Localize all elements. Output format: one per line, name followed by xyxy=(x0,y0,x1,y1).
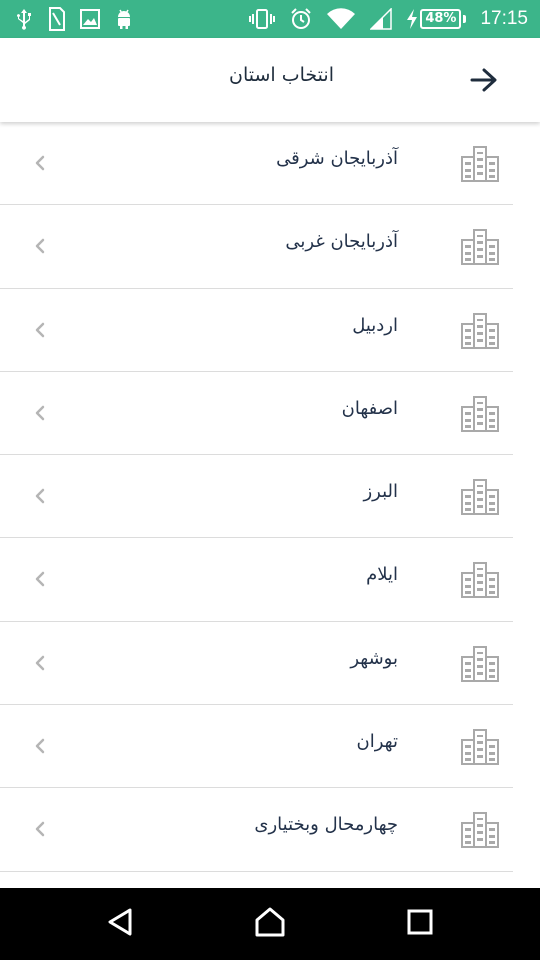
vibrate-icon xyxy=(248,8,276,30)
buildings-icon xyxy=(460,727,500,766)
usb-icon xyxy=(14,8,34,30)
status-bar: 48% 17:15 xyxy=(0,0,540,38)
image-icon xyxy=(80,9,100,29)
province-list: آذربایجان شرقی آذربایجان غربی اردبیل اصفهان… xyxy=(0,122,540,888)
navigation-bar xyxy=(0,888,540,960)
nav-back-button[interactable] xyxy=(100,906,140,942)
province-label: اردبیل xyxy=(352,314,398,336)
province-row[interactable]: اصفهان xyxy=(0,372,540,456)
buildings-icon xyxy=(460,560,500,599)
province-label: آذربایجان غربی xyxy=(285,231,398,253)
nav-home-button[interactable] xyxy=(250,906,290,942)
status-left-icons xyxy=(14,7,134,31)
province-label: البرز xyxy=(363,481,398,503)
battery-tip xyxy=(463,15,467,23)
buildings-icon xyxy=(460,394,500,432)
back-button[interactable] xyxy=(462,62,506,102)
chevron-left-icon xyxy=(32,653,48,673)
home-icon xyxy=(254,906,286,942)
chevron-left-icon xyxy=(32,736,48,756)
wifi-icon xyxy=(326,8,356,30)
province-row[interactable]: چهارمحال وبختیاری xyxy=(0,788,540,872)
chevron-left-icon xyxy=(32,486,48,506)
province-row[interactable]: آذربایجان غربی xyxy=(0,205,540,289)
arrow-right-icon xyxy=(470,68,498,96)
status-right-icons: 48% 17:15 xyxy=(248,8,528,30)
chevron-left-icon xyxy=(32,569,48,589)
province-row[interactable]: البرز xyxy=(0,455,540,539)
chevron-left-icon xyxy=(32,236,48,256)
nav-recents-button[interactable] xyxy=(400,906,440,942)
android-icon xyxy=(114,8,134,30)
buildings-icon xyxy=(460,644,500,682)
province-label: تهران xyxy=(356,731,398,753)
chevron-left-icon xyxy=(32,153,48,173)
buildings-icon xyxy=(460,311,500,349)
province-label: آذربایجان شرقی xyxy=(276,148,398,169)
province-label: چهارمحال وبختیاری xyxy=(254,814,398,836)
signal-icon xyxy=(370,8,393,30)
back-triangle-icon xyxy=(106,907,134,941)
province-row[interactable]: اردبیل xyxy=(0,289,540,373)
recents-icon xyxy=(407,909,433,939)
charging-icon xyxy=(406,9,418,29)
province-label: ایلام xyxy=(366,564,398,586)
alarm-icon xyxy=(290,8,312,30)
chevron-left-icon xyxy=(32,403,48,423)
chevron-left-icon xyxy=(32,819,48,839)
province-row[interactable]: تهران xyxy=(0,705,540,789)
province-row[interactable]: آذربایجان شرقی xyxy=(0,122,540,206)
battery-percent: 48% xyxy=(420,9,462,29)
chevron-left-icon xyxy=(32,320,48,340)
province-label: اصفهان xyxy=(341,397,398,419)
page-title: انتخاب استان xyxy=(229,64,334,86)
province-label: بوشهر xyxy=(350,647,398,669)
buildings-icon xyxy=(460,477,500,516)
province-row[interactable]: ایلام xyxy=(0,538,540,623)
buildings-icon xyxy=(460,810,500,849)
status-clock: 17:15 xyxy=(480,8,528,29)
app-bar: انتخاب استان xyxy=(0,38,540,122)
province-row[interactable]: بوشهر xyxy=(0,622,540,706)
buildings-icon xyxy=(460,144,500,182)
buildings-icon xyxy=(460,227,500,266)
sim-icon xyxy=(48,7,66,31)
battery-indicator: 48% xyxy=(406,9,467,29)
